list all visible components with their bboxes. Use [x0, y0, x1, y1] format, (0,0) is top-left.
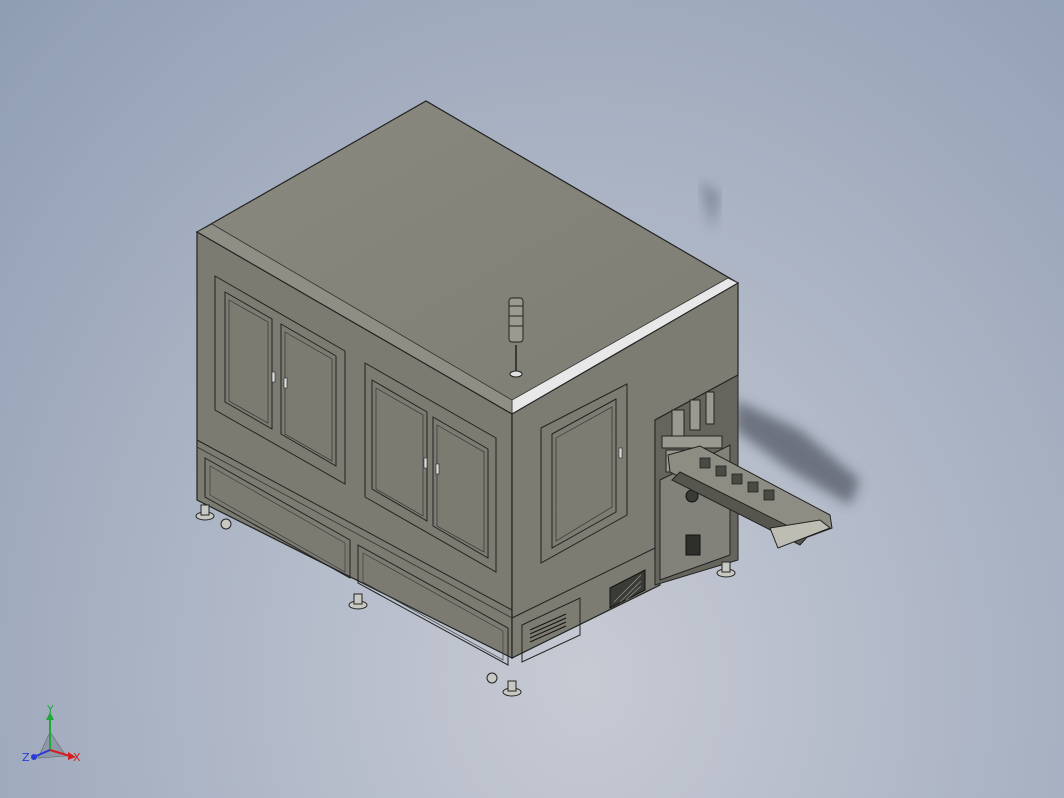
z-axis-label: Z [22, 751, 30, 764]
door-handle[interactable] [271, 371, 276, 383]
door-handle[interactable] [283, 377, 288, 389]
axis-triad: Y X Z [22, 703, 81, 764]
bay-port [685, 534, 701, 556]
graphics-viewport[interactable]: Y X Z [0, 0, 1064, 798]
x-axis-label: X [73, 751, 81, 764]
door-handle[interactable] [423, 457, 428, 469]
machine-model[interactable]: Y X Z [0, 0, 1064, 798]
door-handle[interactable] [618, 447, 623, 459]
cast-shadow [700, 180, 720, 230]
door-handle[interactable] [435, 463, 440, 475]
y-axis-label: Y [46, 703, 54, 716]
